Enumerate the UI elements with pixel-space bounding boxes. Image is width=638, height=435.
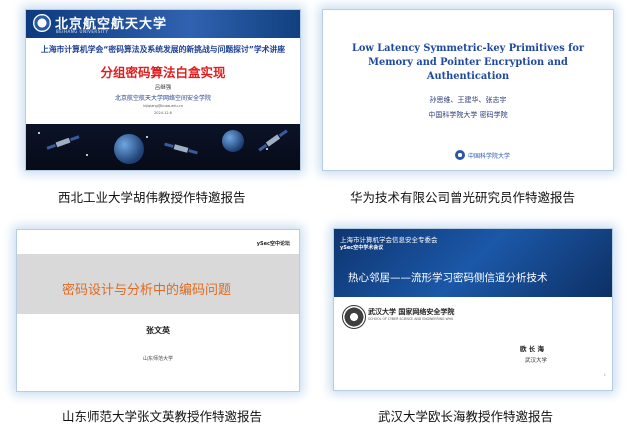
satellite-icon bbox=[173, 144, 189, 153]
page-number: 1 bbox=[603, 373, 606, 377]
institution-seal-icon bbox=[455, 150, 465, 160]
planet-icon bbox=[222, 130, 244, 152]
slide-thumbnail-4: 上海市计算机学会信息安全专委会 ySec空中学术会议 热心邻居——流形学习密码侧… bbox=[334, 229, 612, 390]
speaker-affiliation: 北京航空航天大学网络空间安全学院 bbox=[114, 95, 211, 102]
satellite-icon bbox=[265, 134, 281, 147]
slide-thumbnail-2: Low Latency Symmetric-key Primitives for… bbox=[323, 10, 613, 170]
satellite-icon bbox=[55, 137, 71, 148]
planet-icon bbox=[114, 134, 144, 164]
space-imagery bbox=[26, 124, 300, 170]
slide-thumbnail-1: 北京航空航天大学 BEIHANG UNIVERSITY 上海市计算机学会“密码算… bbox=[26, 10, 300, 170]
slide-title: Low Latency Symmetric-key Primitives for… bbox=[351, 43, 585, 82]
slide-caption-2: 华为技术有限公司曾光研究员作特邀报告 bbox=[350, 190, 576, 205]
speaker-name: 吕继强 bbox=[154, 85, 172, 91]
school-name: 武汉大学 国家网络安全学院 bbox=[368, 307, 455, 316]
star-icon bbox=[38, 132, 40, 134]
slide-caption-3: 山东师范大学张文英教授作特邀报告 bbox=[62, 409, 263, 424]
slide-title: 分组密码算法白盒实现 bbox=[100, 65, 226, 80]
forum-tag: ySec空中论坛 bbox=[256, 241, 290, 247]
event-title: 上海市计算机学会“密码算法及系统发展的新挑战与问题探讨”学术讲座 bbox=[40, 45, 286, 54]
star-icon bbox=[266, 148, 268, 150]
slide-thumbnail-3: ySec空中论坛 密码设计与分析中的编码问题 张文英 山东师范大学 bbox=[17, 230, 299, 391]
conference-name: ySec空中学术会议 bbox=[340, 245, 384, 251]
slide-institution: 中国科学院大学 密码学院 bbox=[428, 111, 508, 119]
star-icon bbox=[86, 154, 88, 156]
organizer-name: 上海市计算机学会信息安全专委会 bbox=[340, 236, 438, 244]
university-seal-icon bbox=[342, 305, 366, 329]
talk-date: 2024.12.6 bbox=[154, 111, 172, 115]
speaker-affiliation: 山东师范大学 bbox=[142, 356, 173, 362]
speaker-email: lvjiqiang@buaa.edu.cn bbox=[143, 104, 183, 108]
speaker-name: 张文英 bbox=[146, 326, 170, 335]
slide-caption-4: 武汉大学欧长海教授作特邀报告 bbox=[378, 409, 554, 424]
slide-authors: 孙思维、王建华、张志宇 bbox=[429, 96, 507, 104]
speaker-name: 欧 长 海 bbox=[520, 345, 545, 353]
university-name-en: BEIHANG UNIVERSITY bbox=[56, 29, 109, 34]
slide-title: 密码设计与分析中的编码问题 bbox=[62, 283, 232, 298]
university-seal-icon bbox=[33, 14, 51, 32]
star-icon bbox=[146, 136, 148, 138]
school-name-en: SCHOOL OF CYBER SCIENCE AND ENGINEERING … bbox=[368, 317, 454, 321]
institution-logo-text: 中国科学院大学 bbox=[468, 153, 511, 160]
slide-title: 热心邻居——流形学习密码侧信道分析技术 bbox=[348, 272, 548, 284]
slide-caption-1: 西北工业大学胡伟教授作特邀报告 bbox=[58, 190, 246, 205]
speaker-affiliation: 武汉大学 bbox=[525, 358, 548, 364]
